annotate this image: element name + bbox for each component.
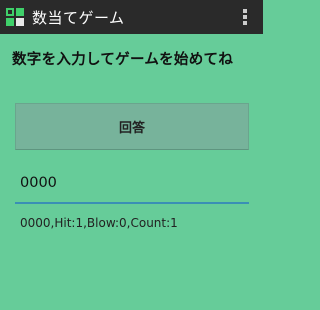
action-bar: 数当てゲーム <box>0 0 263 34</box>
result-text: 0000,Hit:1,Blow:0,Count:1 <box>20 216 178 230</box>
prompt-text: 数字を入力してゲームを始めてね <box>12 52 234 68</box>
number-input[interactable] <box>15 168 249 204</box>
overflow-menu-icon[interactable] <box>243 9 247 25</box>
app-title: 数当てゲーム <box>32 8 125 27</box>
app-icon <box>6 8 24 26</box>
answer-button[interactable]: 回答 <box>15 103 249 150</box>
